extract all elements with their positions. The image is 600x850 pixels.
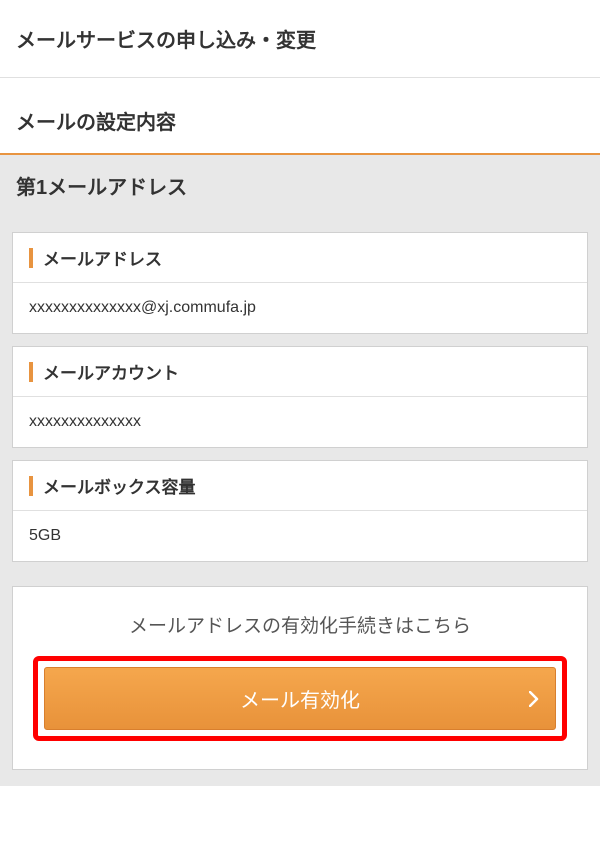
field-email-label: メールアドレス bbox=[13, 233, 587, 283]
field-account-value: xxxxxxxxxxxxxx bbox=[13, 397, 587, 447]
field-account: メールアカウント xxxxxxxxxxxxxx bbox=[12, 346, 588, 448]
mail-activate-button-label: メール有効化 bbox=[240, 684, 360, 713]
field-account-label: メールアカウント bbox=[13, 347, 587, 397]
content-area: メールアドレス xxxxxxxxxxxxxx@xj.commufa.jp メール… bbox=[0, 216, 600, 786]
field-mailbox-capacity-value: 5GB bbox=[13, 511, 587, 561]
subsection-title: 第1メールアドレス bbox=[0, 155, 600, 216]
chevron-right-icon bbox=[529, 691, 539, 707]
field-email-value: xxxxxxxxxxxxxx@xj.commufa.jp bbox=[13, 283, 587, 333]
mail-activate-button[interactable]: メール有効化 bbox=[44, 667, 556, 730]
field-mailbox-capacity-label: メールボックス容量 bbox=[13, 461, 587, 511]
action-panel: メールアドレスの有効化手続きはこちら メール有効化 bbox=[12, 586, 588, 770]
field-mailbox-capacity: メールボックス容量 5GB bbox=[12, 460, 588, 562]
action-panel-title: メールアドレスの有効化手続きはこちら bbox=[33, 611, 567, 638]
page-title: メールサービスの申し込み・変更 bbox=[0, 0, 600, 78]
field-email: メールアドレス xxxxxxxxxxxxxx@xj.commufa.jp bbox=[12, 232, 588, 334]
highlight-box: メール有効化 bbox=[33, 656, 567, 741]
section-title: メールの設定内容 bbox=[0, 78, 600, 155]
